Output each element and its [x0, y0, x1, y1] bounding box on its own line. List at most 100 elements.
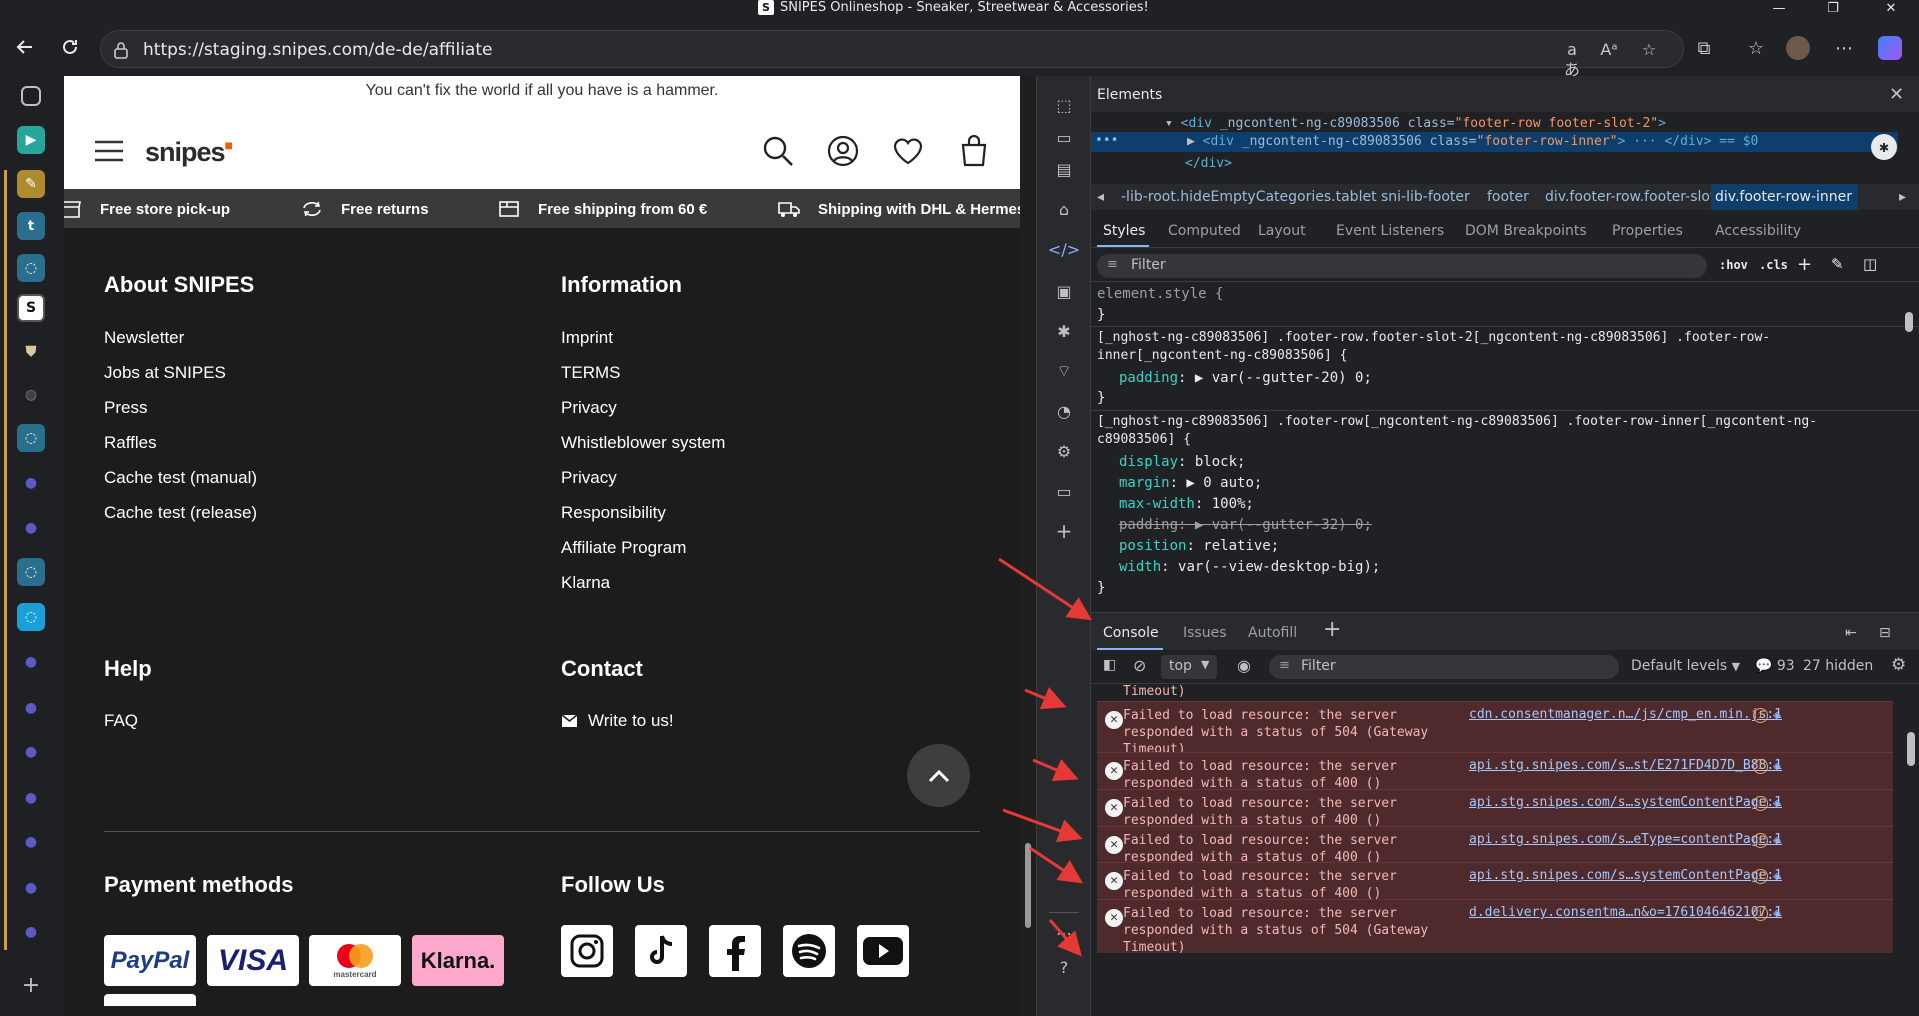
sidebar-app-icon[interactable]: ▶ — [17, 126, 45, 154]
maximize-button[interactable]: ❐ — [1813, 0, 1853, 17]
tiktok-icon[interactable] — [635, 925, 687, 977]
error-source-link[interactable]: api.stg.snipes.com/s…eType=contentPage:1 — [1469, 832, 1782, 847]
tab-autofill[interactable]: Autofill — [1248, 625, 1297, 641]
sidebar-app-icon[interactable]: ◌ — [17, 254, 45, 282]
more-tools-add-icon[interactable]: + — [1053, 519, 1075, 543]
console-error[interactable]: ✕ Failed to load resource: the server res… — [1097, 862, 1893, 901]
css-declaration[interactable]: display: block; — [1119, 454, 1245, 470]
sidebar-app-icon[interactable]: ● — [17, 738, 45, 766]
add-tab-icon[interactable]: + — [1323, 617, 1341, 642]
sidebar-app-icon[interactable]: ◌ — [17, 558, 45, 586]
footer-link[interactable]: Affiliate Program — [561, 538, 686, 558]
footer-link[interactable]: Jobs at SNIPES — [104, 363, 226, 383]
search-issue-icon[interactable]: i — [1753, 833, 1768, 848]
dom-node-selected[interactable]: ••• ▶ <div _ngcontent-ng-c89083506 class… — [1091, 132, 1898, 152]
address-bar[interactable]: https://staging.snipes.com/de-de/affilia… — [100, 30, 1684, 79]
sidebar-app-icon[interactable]: ● — [17, 648, 45, 676]
css-declaration[interactable]: max-width: 100%; — [1119, 496, 1254, 512]
more-menu-icon[interactable]: ⋯ — [1832, 36, 1856, 60]
search-issue-icon[interactable]: i — [1753, 759, 1768, 774]
snipes-logo[interactable]: snipes■ — [145, 137, 233, 168]
wishlist-heart-icon[interactable] — [891, 134, 925, 168]
console-error[interactable]: ✕ Failed to load resource: the server res… — [1097, 752, 1893, 791]
sidebar-app-icon[interactable]: ● — [17, 469, 45, 497]
reload-button[interactable] — [55, 32, 85, 62]
error-source-link[interactable]: cdn.consentmanager.n…/js/cmp_en.min.js:1 — [1469, 707, 1782, 722]
copilot-explain-icon[interactable]: ◈ — [1773, 906, 1781, 921]
sidebar-app-icon[interactable]: ● — [17, 784, 45, 812]
settings-gear-icon[interactable]: ⚙ — [1053, 440, 1075, 462]
hov-toggle[interactable]: :hov — [1719, 258, 1748, 272]
clear-console-icon[interactable]: ⊘ — [1133, 656, 1146, 675]
copilot-explain-icon[interactable]: ◈ — [1773, 869, 1781, 884]
search-issue-icon[interactable]: i — [1753, 906, 1768, 921]
favorites-icon[interactable]: ☆ — [1744, 36, 1768, 60]
profile-avatar[interactable] — [1786, 36, 1810, 60]
breadcrumb-back-icon[interactable]: ◂ — [1097, 189, 1104, 205]
error-source-link[interactable]: api.stg.snipes.com/s…systemContentPage:1 — [1469, 795, 1782, 810]
context-selector[interactable]: top ▼ — [1161, 655, 1217, 679]
sidebar-app-icon[interactable]: ● — [17, 828, 45, 856]
sidebar-toggle-icon[interactable]: ◧ — [1103, 657, 1116, 673]
tab-dom-breakpoints[interactable]: DOM Breakpoints — [1465, 223, 1587, 239]
breadcrumb-item[interactable]: sni-lib-footer — [1381, 189, 1470, 205]
device-emulation-icon[interactable]: ▭ — [1053, 126, 1075, 148]
console-error[interactable]: ✕ Failed to load resource: the server res… — [1097, 789, 1893, 828]
welcome-home-icon[interactable]: ⌂ — [1053, 198, 1075, 220]
close-drawer-icon[interactable]: ⊟ — [1879, 625, 1891, 641]
styles-scrollbar[interactable] — [1903, 282, 1915, 612]
sidebar-app-icon[interactable]: ● — [17, 694, 45, 722]
elements-tool-icon[interactable]: </> — [1048, 238, 1080, 260]
toggle-sidebar-icon[interactable]: ◫ — [1863, 255, 1877, 273]
error-source-link[interactable]: api.stg.snipes.com/s…st/E271FD4D7D_B88:1 — [1469, 758, 1782, 773]
sidebar-app-icon[interactable]: t — [17, 212, 45, 240]
application-icon[interactable]: ▭ — [1053, 480, 1075, 502]
network-wifi-icon[interactable]: ⌔ — [1053, 360, 1075, 382]
console-error[interactable]: ✕ Failed to load resource: the server res… — [1097, 826, 1893, 865]
sidebar-globe-icon[interactable]: ◍ — [17, 381, 45, 409]
search-issue-icon[interactable]: i — [1753, 708, 1768, 723]
footer-link[interactable]: Whistleblower system — [561, 433, 725, 453]
css-declaration[interactable]: margin: ▶ 0 auto; — [1119, 475, 1262, 491]
cart-bag-icon[interactable] — [957, 134, 991, 168]
css-declaration[interactable]: width: var(--view-desktop-big); — [1119, 559, 1380, 575]
css-declaration[interactable]: position: relative; — [1119, 538, 1279, 554]
breadcrumb-item-active[interactable]: div.footer-row-inner — [1711, 184, 1859, 210]
tab-event-listeners[interactable]: Event Listeners — [1336, 223, 1444, 239]
breadcrumb-forward-icon[interactable]: ▸ — [1899, 189, 1906, 205]
footer-link[interactable]: Privacy — [561, 398, 617, 418]
footer-link[interactable]: Press — [104, 398, 147, 418]
footer-link[interactable]: Newsletter — [104, 328, 184, 348]
dom-node[interactable]: </div> — [1185, 156, 1232, 171]
favorite-star-icon[interactable]: ☆ — [1639, 40, 1659, 60]
tab-layout[interactable]: Layout — [1258, 223, 1306, 239]
sidebar-snipes-tab-icon[interactable]: S — [17, 294, 45, 322]
copilot-explain-icon[interactable]: ◈ — [1773, 759, 1781, 774]
copilot-explain-icon[interactable]: ◈ — [1773, 833, 1781, 848]
copilot-icon[interactable] — [1878, 36, 1902, 60]
footer-link[interactable]: Imprint — [561, 328, 613, 348]
instagram-icon[interactable] — [561, 925, 613, 977]
write-to-us-link[interactable]: Write to us! — [561, 711, 674, 731]
translate-icon[interactable]: aあ — [1562, 40, 1582, 79]
footer-link[interactable]: Cache test (release) — [104, 503, 257, 523]
dom-scrollbar[interactable] — [1905, 112, 1917, 182]
console-tool-icon[interactable]: ▣ — [1053, 280, 1075, 302]
footer-link[interactable]: Responsibility — [561, 503, 666, 523]
sidebar-app-icon[interactable]: ✎ — [17, 170, 45, 198]
breadcrumb-item[interactable]: div.footer-row.footer-slot-2 — [1545, 189, 1729, 205]
issues-counter[interactable]: 💬 93 — [1755, 658, 1795, 674]
sidebar-app-icon[interactable]: ● — [17, 874, 45, 902]
inspect-element-icon[interactable]: ⬚ — [1053, 94, 1075, 116]
youtube-icon[interactable] — [857, 925, 909, 977]
search-issue-icon[interactable]: i — [1753, 869, 1768, 884]
css-declaration-overridden[interactable]: padding: ▶ var(--gutter-32) 0; — [1119, 517, 1372, 533]
error-source-link[interactable]: api.stg.snipes.com/s…systemContentPage:1 — [1469, 868, 1782, 883]
tab-styles[interactable]: Styles — [1103, 223, 1145, 239]
sources-debug-icon[interactable]: ✱ — [1053, 320, 1075, 342]
cls-toggle[interactable]: .cls — [1759, 258, 1788, 272]
spotify-icon[interactable] — [783, 925, 835, 977]
tab-properties[interactable]: Properties — [1612, 223, 1683, 239]
footer-link[interactable]: TERMS — [561, 363, 621, 383]
footer-link[interactable]: Privacy — [561, 468, 617, 488]
